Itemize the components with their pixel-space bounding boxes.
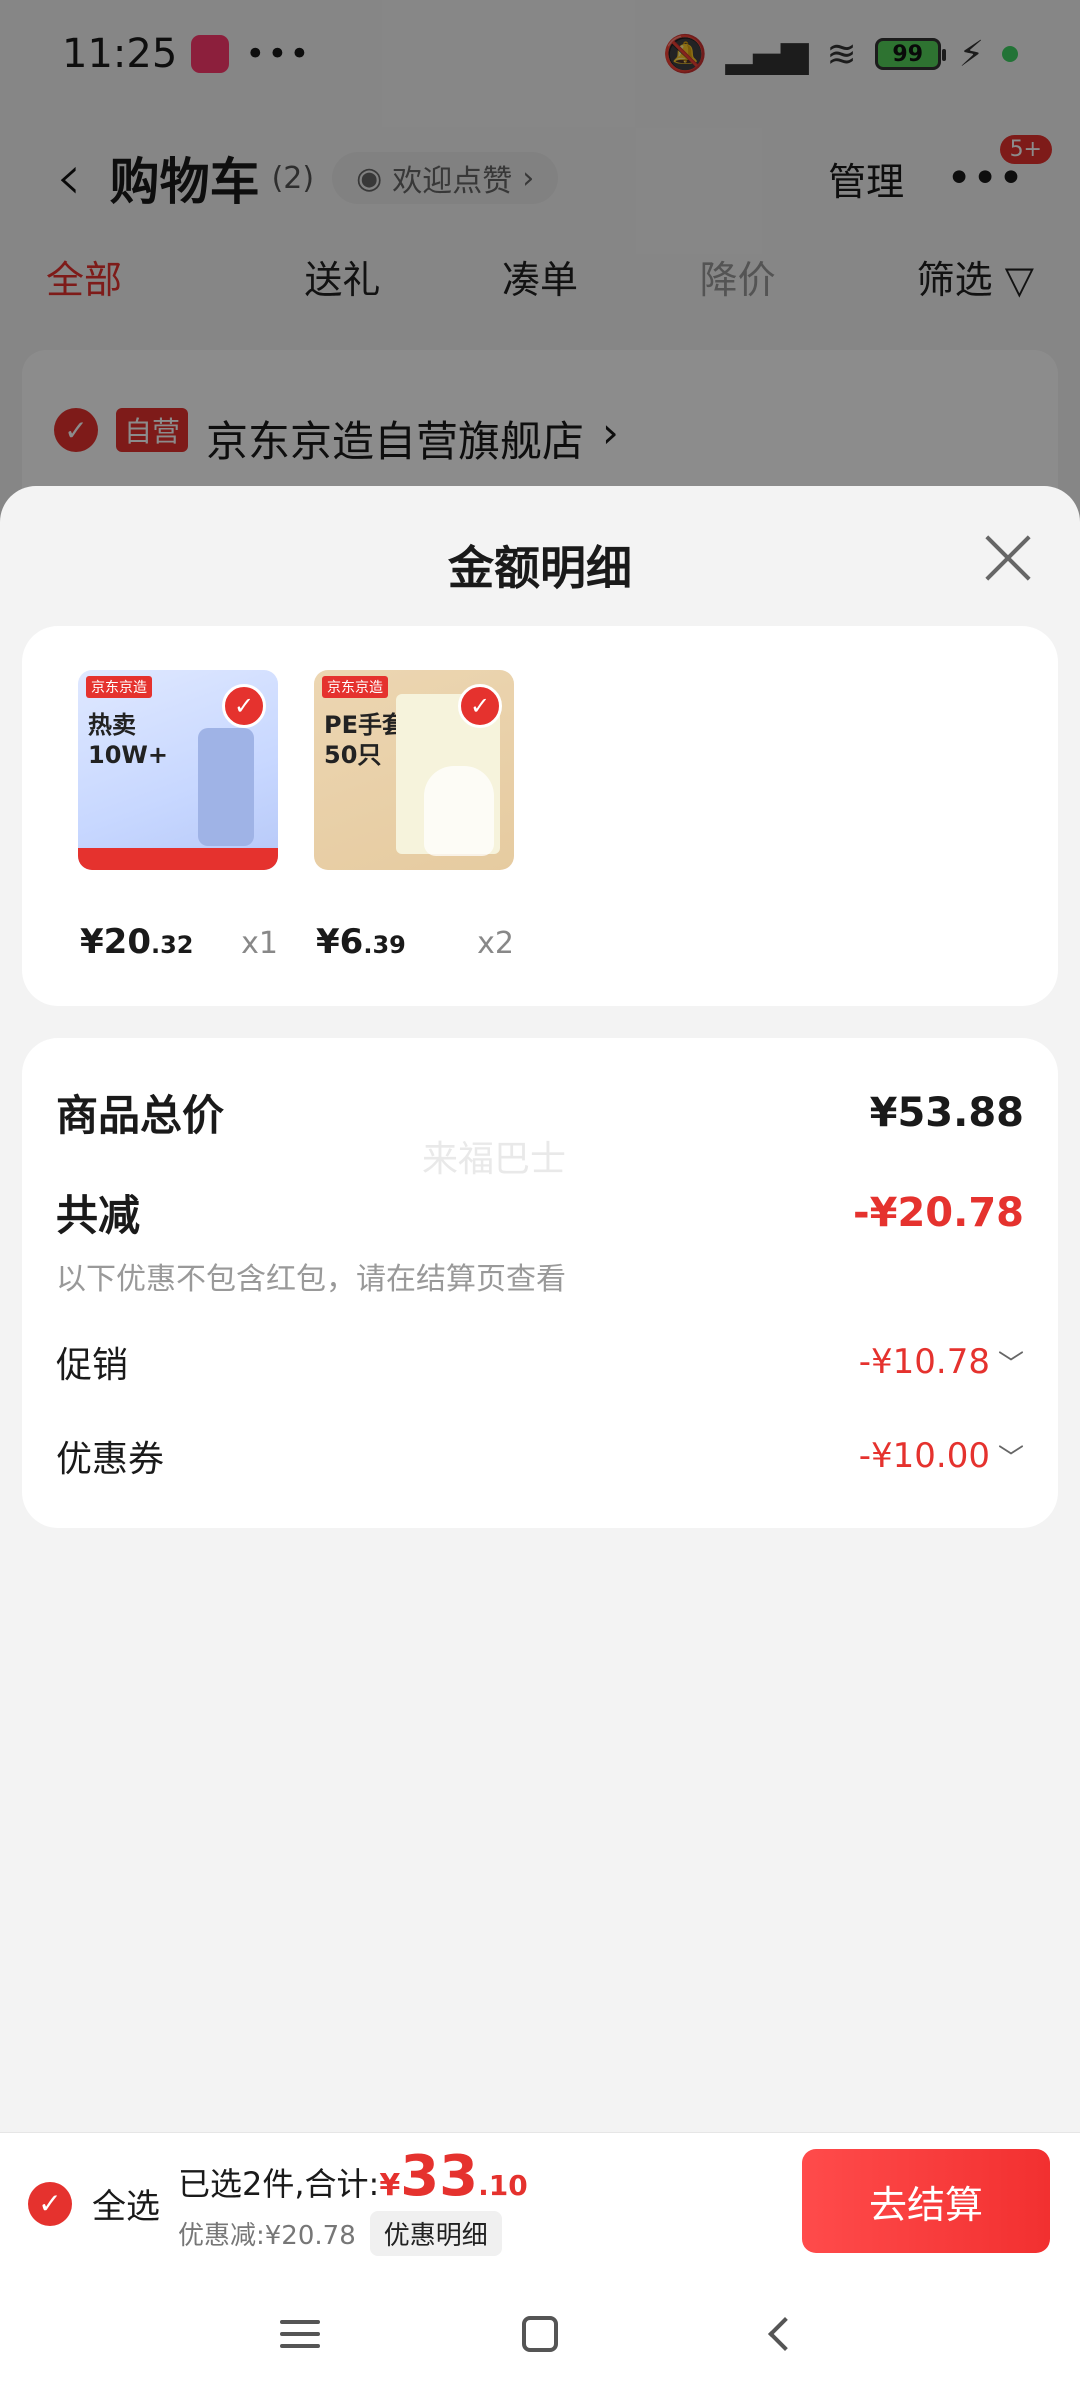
- back-button[interactable]: [750, 2304, 810, 2364]
- sheet-title: 金额明细: [448, 541, 632, 595]
- discount-text: 优惠减:¥20.78: [178, 2221, 356, 2251]
- back-arrow-icon: [768, 2317, 802, 2351]
- checkout-button[interactable]: 去结算: [802, 2149, 1050, 2253]
- item-price-decimal: .39: [363, 931, 406, 959]
- summary-discount-line: 优惠减:¥20.78 优惠明细: [178, 2211, 528, 2256]
- promo-value-group: -¥10.78 ﹀: [859, 1342, 1024, 1382]
- item-quantity: x2: [477, 926, 514, 961]
- chevron-down-icon: ﹀: [997, 1349, 1024, 1380]
- home-button[interactable]: [510, 2304, 570, 2364]
- item-price-main: ¥20: [80, 922, 151, 962]
- note-row: 以下优惠不包含红包，请在结算页查看: [56, 1254, 1024, 1298]
- menu-icon: [280, 2320, 320, 2348]
- item-price: ¥20.32: [80, 922, 194, 962]
- total-value: ¥53.88: [869, 1089, 1024, 1136]
- recent-apps-button[interactable]: [270, 2304, 330, 2364]
- select-all-check-icon[interactable]: ✓: [28, 2181, 72, 2226]
- item-quantity: x1: [241, 926, 278, 961]
- product-brand: 京东京造: [86, 676, 152, 698]
- total-row: 商品总价 ¥53.88: [56, 1082, 1024, 1143]
- coupon-value-group: -¥10.00 ﹀: [859, 1436, 1024, 1476]
- coupon-row[interactable]: 优惠券 -¥10.00 ﹀: [56, 1430, 1024, 1482]
- chevron-down-icon: ﹀: [997, 1443, 1024, 1474]
- item-check-icon[interactable]: ✓: [458, 684, 502, 728]
- goods-card: 京东京造 热卖 10W+ ✓ ¥20.32 x1 京东京造 PE手套 50只 ✓…: [22, 626, 1058, 1006]
- coupon-value: -¥10.00: [858, 1436, 990, 1476]
- system-nav-bar: [0, 2268, 1080, 2400]
- home-icon: [522, 2316, 558, 2352]
- checkout-bar: ✓ 全选 已选2件,合计: ¥ 33 .10 优惠减:¥20.78 优惠明细 去…: [0, 2132, 1080, 2268]
- product-brand: 京东京造: [322, 676, 388, 698]
- product-image: 京东京造 热卖 10W+ ✓: [78, 670, 278, 870]
- total-decimal: .10: [478, 2169, 528, 2202]
- item-price-decimal: .32: [150, 931, 194, 959]
- reduce-label: 共减: [56, 1191, 141, 1240]
- product-image-line2: 50只: [324, 741, 382, 769]
- item-price: ¥6.39: [316, 922, 406, 962]
- product-image-line1: 热卖: [88, 711, 136, 739]
- item-check-icon[interactable]: ✓: [222, 684, 266, 728]
- goods-item[interactable]: 京东京造 PE手套 50只 ✓ ¥6.39 x2: [314, 670, 514, 962]
- product-image-text: PE手套 50只: [324, 710, 406, 770]
- order-summary: 已选2件,合计: ¥ 33 .10 优惠减:¥20.78 优惠明细: [178, 2149, 528, 2256]
- product-image: 京东京造 PE手套 50只 ✓: [314, 670, 514, 870]
- promo-label: 促销: [56, 1345, 129, 1386]
- umbrella-graphic: [198, 728, 254, 846]
- summary-total-line: 已选2件,合计: ¥ 33 .10: [178, 2149, 528, 2205]
- product-image-line2: 10W+: [88, 741, 168, 769]
- total-integer: 33: [400, 2144, 479, 2209]
- goods-item[interactable]: 京东京造 热卖 10W+ ✓ ¥20.32 x1: [78, 670, 278, 962]
- product-image-text: 热卖 10W+: [88, 710, 168, 770]
- total-label: 商品总价: [56, 1091, 225, 1140]
- discount-note: 以下优惠不包含红包，请在结算页查看: [56, 1262, 566, 1297]
- promo-row[interactable]: 促销 -¥10.78 ﹀: [56, 1336, 1024, 1388]
- close-icon[interactable]: [978, 528, 1038, 588]
- promo-strip: [78, 848, 278, 870]
- product-image-line1: PE手套: [324, 711, 406, 739]
- promo-value: -¥10.78: [858, 1342, 990, 1382]
- glove-graphic: [424, 766, 494, 856]
- coupon-label: 优惠券: [56, 1439, 165, 1480]
- select-all-label: 全选: [92, 2187, 160, 2227]
- reduce-row: 共减 -¥20.78: [56, 1182, 1024, 1243]
- select-all[interactable]: ✓ 全选: [28, 2179, 160, 2228]
- selected-text: 已选2件,合计:: [178, 2165, 380, 2203]
- reduce-value: -¥20.78: [853, 1189, 1024, 1236]
- total-currency: ¥: [379, 2168, 401, 2203]
- discount-detail-button[interactable]: 优惠明细: [369, 2211, 502, 2256]
- amount-detail-sheet: 金额明细 京东京造 热卖 10W+ ✓ ¥20.32 x1 京东京造 PE手套: [0, 486, 1080, 2136]
- amount-detail-card: 来福巴士 商品总价 ¥53.88 共减 -¥20.78 以下优惠不包含红包，请在…: [22, 1038, 1058, 1528]
- item-price-main: ¥6: [316, 922, 364, 962]
